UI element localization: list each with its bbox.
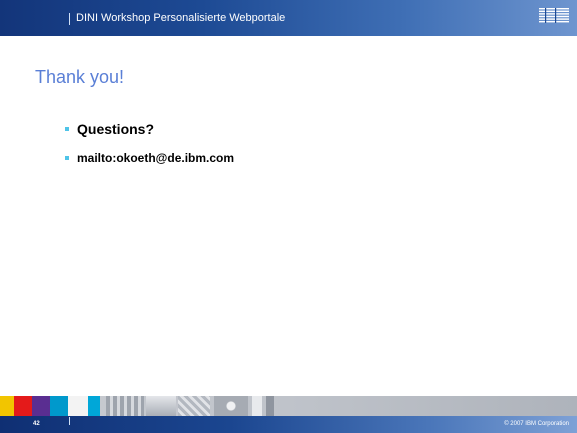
copyright-text: © 2007 IBM Corporation: [504, 421, 569, 427]
bullet-text: Questions?: [77, 121, 155, 137]
footer-decorative-tile: [266, 396, 274, 416]
bullet-square-icon: [65, 156, 69, 160]
footer-color-block-red: [14, 396, 32, 416]
bullet-square-icon: [65, 127, 69, 131]
header-title: DINI Workshop Personalisierte Webportale: [76, 12, 286, 24]
slide-title: Thank you!: [35, 67, 125, 87]
footer-decorative-tile: [252, 396, 262, 416]
bullet-item-questions: Questions?: [65, 120, 234, 138]
footer-bar: [0, 416, 577, 433]
presentation-slide: DINI Workshop Personalisierte Webportale…: [0, 0, 577, 433]
footer-color-block-yellow: [0, 396, 14, 416]
footer-decorative-tile: [178, 396, 210, 416]
header-separator: [69, 13, 70, 25]
bullet-text: mailto:okoeth@de.ibm.com: [77, 151, 235, 165]
footer-decorative-tile: [214, 396, 248, 416]
footer-color-block-purple: [32, 396, 50, 416]
ibm-logo: [539, 8, 569, 23]
footer-color-block-white: [68, 396, 88, 416]
footer-separator: [69, 417, 70, 425]
footer-color-block-blue: [50, 396, 68, 416]
header-bar: DINI Workshop Personalisierte Webportale: [0, 0, 577, 36]
bullet-list: Questions? mailto:okoeth@de.ibm.com: [65, 120, 234, 166]
footer-decorative-tile: [146, 396, 176, 416]
bullet-item-email: mailto:okoeth@de.ibm.com: [65, 150, 234, 166]
footer-color-block-cyan: [88, 396, 100, 416]
page-number: 42: [33, 421, 40, 427]
footer-decorative-tile: [106, 396, 144, 416]
